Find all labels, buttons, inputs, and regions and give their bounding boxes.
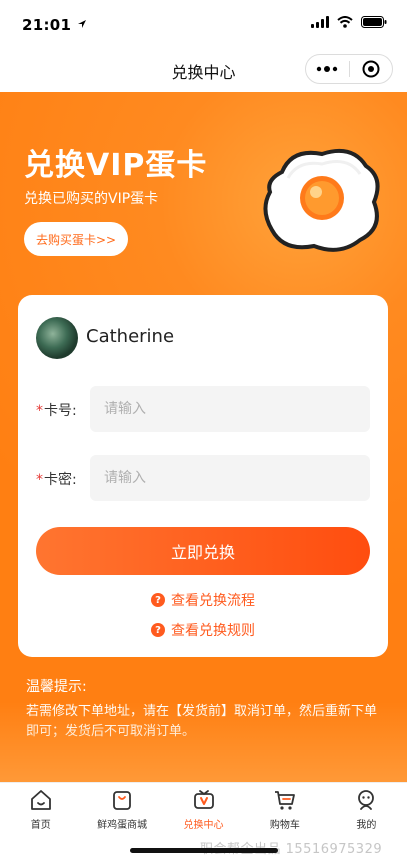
- required-mark: *: [36, 403, 43, 419]
- tips-text: 若需修改下单地址，请在【发货前】取消订单，然后重新下单即可；发货后不可取消订单。: [26, 704, 378, 739]
- hero-title: 兑换VIP蛋卡: [24, 148, 208, 183]
- tab-profile[interactable]: 我的: [326, 783, 407, 840]
- status-time: 21:01: [22, 16, 72, 34]
- tab-label: 首页: [30, 820, 51, 831]
- card-password-label: *卡密:: [36, 472, 77, 488]
- tab-exchange-center[interactable]: 兑换中心: [163, 783, 244, 840]
- card-number-input[interactable]: [90, 386, 370, 432]
- redeem-card: Catherine *卡号: *卡密: 立即兑换 ? 查看兑换流程 ? 查看兑换…: [18, 295, 388, 657]
- tab-label: 购物车: [269, 820, 300, 831]
- hero-subtitle: 兑换已购买的VIP蛋卡: [24, 191, 159, 207]
- main-content: 兑换VIP蛋卡 兑换已购买的VIP蛋卡 去购买蛋卡>> Catherine *卡…: [0, 92, 407, 782]
- tips-title: 温馨提示:: [26, 679, 87, 695]
- tab-label: 鲜鸡蛋商城: [97, 820, 148, 831]
- close-miniprogram-button[interactable]: [350, 55, 393, 83]
- required-mark: *: [36, 472, 43, 488]
- view-redeem-rules-link[interactable]: ? 查看兑换规则: [18, 620, 388, 640]
- tab-cart[interactable]: 购物车: [244, 783, 325, 840]
- tab-label: 兑换中心: [183, 820, 224, 831]
- target-close-icon: [362, 60, 380, 78]
- home-icon: [30, 790, 51, 810]
- tab-egg-mall[interactable]: 鲜鸡蛋商城: [81, 783, 162, 840]
- status-bar: 21:01: [0, 0, 407, 50]
- battery-icon: [361, 16, 387, 28]
- redeem-now-button[interactable]: 立即兑换: [36, 527, 370, 575]
- tab-home[interactable]: 首页: [0, 783, 81, 840]
- mini-program-capsule: [305, 54, 393, 84]
- exchange-card-icon: [193, 790, 214, 809]
- card-password-input[interactable]: [90, 455, 370, 501]
- wifi-icon: [337, 16, 353, 28]
- signal-icon: [311, 16, 329, 28]
- profile-icon: [358, 790, 375, 810]
- view-redeem-process-link[interactable]: ? 查看兑换流程: [18, 590, 388, 610]
- cart-icon: [274, 791, 295, 810]
- tab-label: 我的: [356, 820, 377, 831]
- avatar: [36, 317, 78, 359]
- shopping-bag-icon: [113, 791, 132, 810]
- nav-bar: 兑换中心: [0, 50, 407, 92]
- fried-egg-illustration: [263, 149, 380, 252]
- more-button[interactable]: [306, 55, 349, 83]
- question-icon: ?: [151, 593, 165, 607]
- home-indicator: [130, 848, 278, 853]
- tab-bar: 首页 鲜鸡蛋商城 兑换中心 购物车 我的: [0, 782, 407, 840]
- question-icon: ?: [151, 623, 165, 637]
- location-arrow-icon: [77, 20, 86, 28]
- buy-card-button[interactable]: 去购买蛋卡>>: [24, 222, 128, 256]
- more-dots-icon: [317, 66, 338, 72]
- card-number-label: *卡号:: [36, 403, 77, 419]
- user-name: Catherine: [86, 326, 175, 347]
